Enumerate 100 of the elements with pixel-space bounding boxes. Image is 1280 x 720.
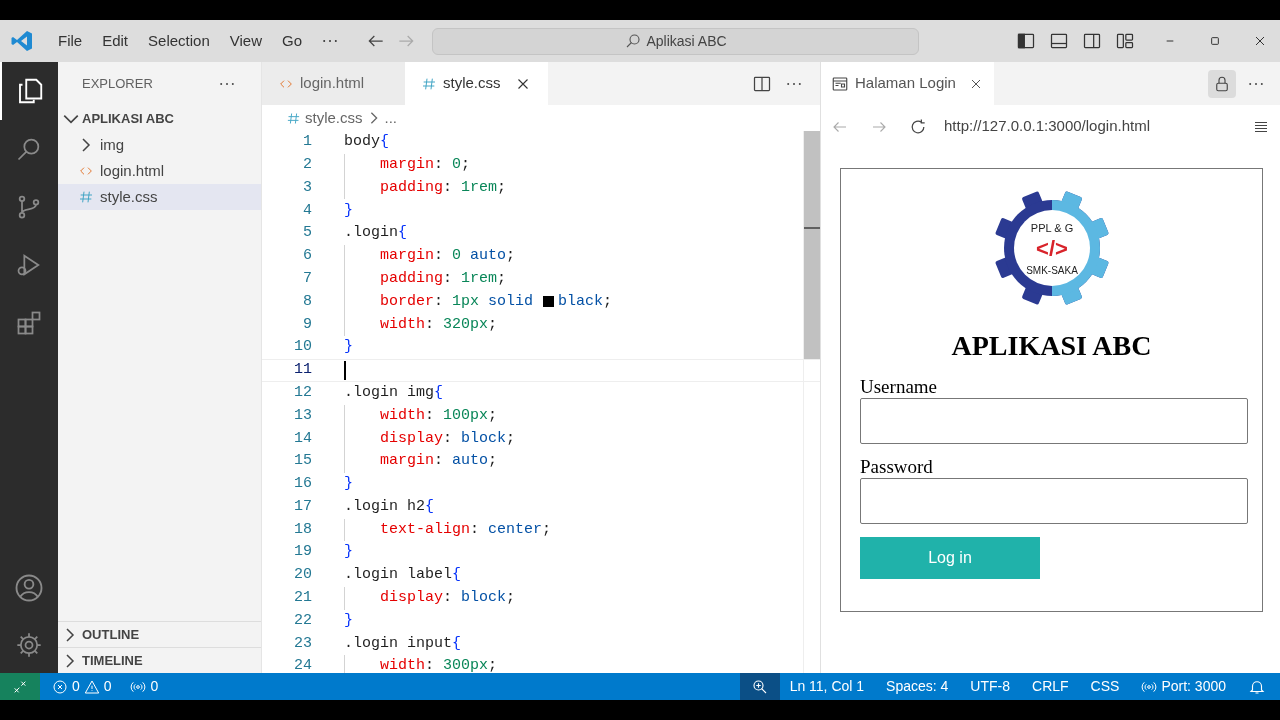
scrollbar-thumb[interactable]: [804, 131, 820, 359]
sidebar-layout-icon[interactable]: [1016, 31, 1036, 51]
code-line: }: [344, 542, 353, 563]
line-number: 14: [293, 428, 312, 449]
logo-text: SMK-SAKA: [1025, 265, 1078, 276]
breadcrumb-item[interactable]: ...: [384, 106, 398, 130]
text-cursor: [344, 360, 346, 380]
secondary-sidebar-icon[interactable]: [1082, 31, 1102, 51]
hash-icon: [78, 189, 94, 205]
panel-header[interactable]: OUTLINE: [58, 621, 261, 647]
field-label: Username: [860, 376, 939, 398]
code-line: width: 320px;: [380, 314, 498, 335]
remote-icon: [12, 678, 28, 695]
ports-button[interactable]: 0: [129, 676, 159, 697]
menu-item[interactable]: Edit: [92, 29, 139, 53]
status-item[interactable]: Spaces: 4: [886, 676, 949, 697]
code-line: .login{: [344, 223, 408, 244]
editor-tab[interactable]: style.css: [405, 62, 548, 105]
editor-tab[interactable]: login.html: [262, 62, 405, 105]
code-line: black;: [558, 291, 613, 312]
url-field[interactable]: http://127.0.0.1:3000/login.html: [944, 115, 1150, 138]
line-number: 13: [293, 405, 312, 426]
line-number: 16: [293, 474, 312, 495]
line-number: 6: [302, 246, 312, 267]
code-line: margin: 0 auto;: [380, 246, 516, 267]
code-line: text-align: center;: [380, 519, 552, 540]
lock-button[interactable]: [1208, 69, 1236, 98]
panel-layout-icon[interactable]: [1049, 31, 1069, 51]
code-line: }: [344, 200, 353, 221]
line-number: 19: [293, 542, 312, 563]
hash-icon: [286, 110, 301, 126]
code-line: }: [344, 474, 353, 495]
line-number: 11: [293, 360, 312, 381]
code-line: display: block;: [380, 588, 516, 609]
account-icon[interactable]: [14, 573, 44, 603]
zoom-button[interactable]: [739, 673, 780, 700]
port-button[interactable]: Port: 3000: [1141, 676, 1226, 697]
lock-icon: [1213, 74, 1231, 93]
line-number: 24: [293, 656, 312, 673]
line-number: 18: [293, 519, 312, 540]
customize-layout-icon[interactable]: [1115, 31, 1135, 51]
warning-icon: [83, 678, 100, 695]
line-number: 17: [293, 496, 312, 517]
status-item[interactable]: CSS: [1090, 676, 1120, 697]
logo-text: PPL & G: [1030, 222, 1073, 234]
code-line: width: 300px;: [380, 656, 498, 673]
line-number: 10: [293, 337, 312, 358]
extensions-icon[interactable]: [15, 309, 43, 337]
line-number: 12: [293, 382, 312, 403]
menu-item[interactable]: Go: [272, 29, 312, 53]
explorer-item[interactable]: style.css: [58, 184, 261, 210]
logo-symbol: </>: [1035, 236, 1068, 261]
color-swatch[interactable]: [542, 295, 556, 309]
code-line: padding: 1rem;: [380, 268, 507, 289]
line-number: 20: [293, 565, 312, 586]
menu-item[interactable]: View: [219, 29, 272, 53]
code-line: .login input{: [344, 633, 462, 654]
line-number: 9: [302, 314, 312, 335]
code-line: margin: 0;: [380, 154, 471, 175]
line-number: 8: [302, 291, 312, 312]
line-number: 4: [302, 200, 312, 221]
line-number: 2: [302, 154, 312, 175]
menu-item[interactable]: Selection: [138, 29, 220, 53]
line-number: 3: [302, 177, 312, 198]
code-line: padding: 1rem;: [380, 177, 507, 198]
menu-item[interactable]: File: [48, 29, 93, 53]
code-line: }: [344, 610, 353, 631]
status-item[interactable]: CRLF: [1032, 676, 1069, 697]
code-line: body{: [344, 132, 390, 153]
input-field[interactable]: [860, 398, 1248, 444]
explorer-item[interactable]: img: [58, 132, 261, 158]
status-item[interactable]: UTF-8: [970, 676, 1011, 697]
browser-tab[interactable]: Halaman Login: [821, 62, 994, 105]
line-number: 22: [293, 610, 312, 631]
problems-button[interactable]: 0 0: [50, 676, 114, 697]
line-number: 23: [293, 633, 312, 654]
line-number: 15: [293, 451, 312, 472]
browser-page-icon: [831, 74, 849, 93]
search-icon: [624, 32, 643, 50]
code-line: border: 1px solid: [380, 291, 535, 312]
code-line: margin: auto;: [380, 451, 498, 472]
breadcrumb-item[interactable]: style.css: [305, 106, 363, 130]
explorer-title: EXPLORER: [82, 74, 153, 93]
line-number: 21: [293, 588, 312, 609]
status-item[interactable]: Ln 11, Col 1: [789, 676, 865, 697]
command-center[interactable]: Aplikasi ABC: [432, 27, 919, 55]
code-line: .login h2{: [344, 496, 435, 517]
code-line: width: 100px;: [380, 405, 498, 426]
settings-icon[interactable]: [15, 631, 43, 659]
folder-row[interactable]: APLIKASI ABC: [58, 105, 261, 132]
explorer-item[interactable]: login.html: [58, 158, 261, 184]
line-number: 1: [302, 132, 312, 153]
code-line: }: [344, 337, 353, 358]
page-heading: APLIKASI ABC: [950, 329, 1153, 363]
field-label: Password: [860, 456, 934, 478]
input-field[interactable]: [860, 478, 1248, 524]
error-icon: [52, 678, 68, 695]
app-logo-icon: [10, 29, 34, 53]
code-line: .login label{: [344, 565, 462, 586]
code-line: .login img{: [344, 382, 444, 403]
